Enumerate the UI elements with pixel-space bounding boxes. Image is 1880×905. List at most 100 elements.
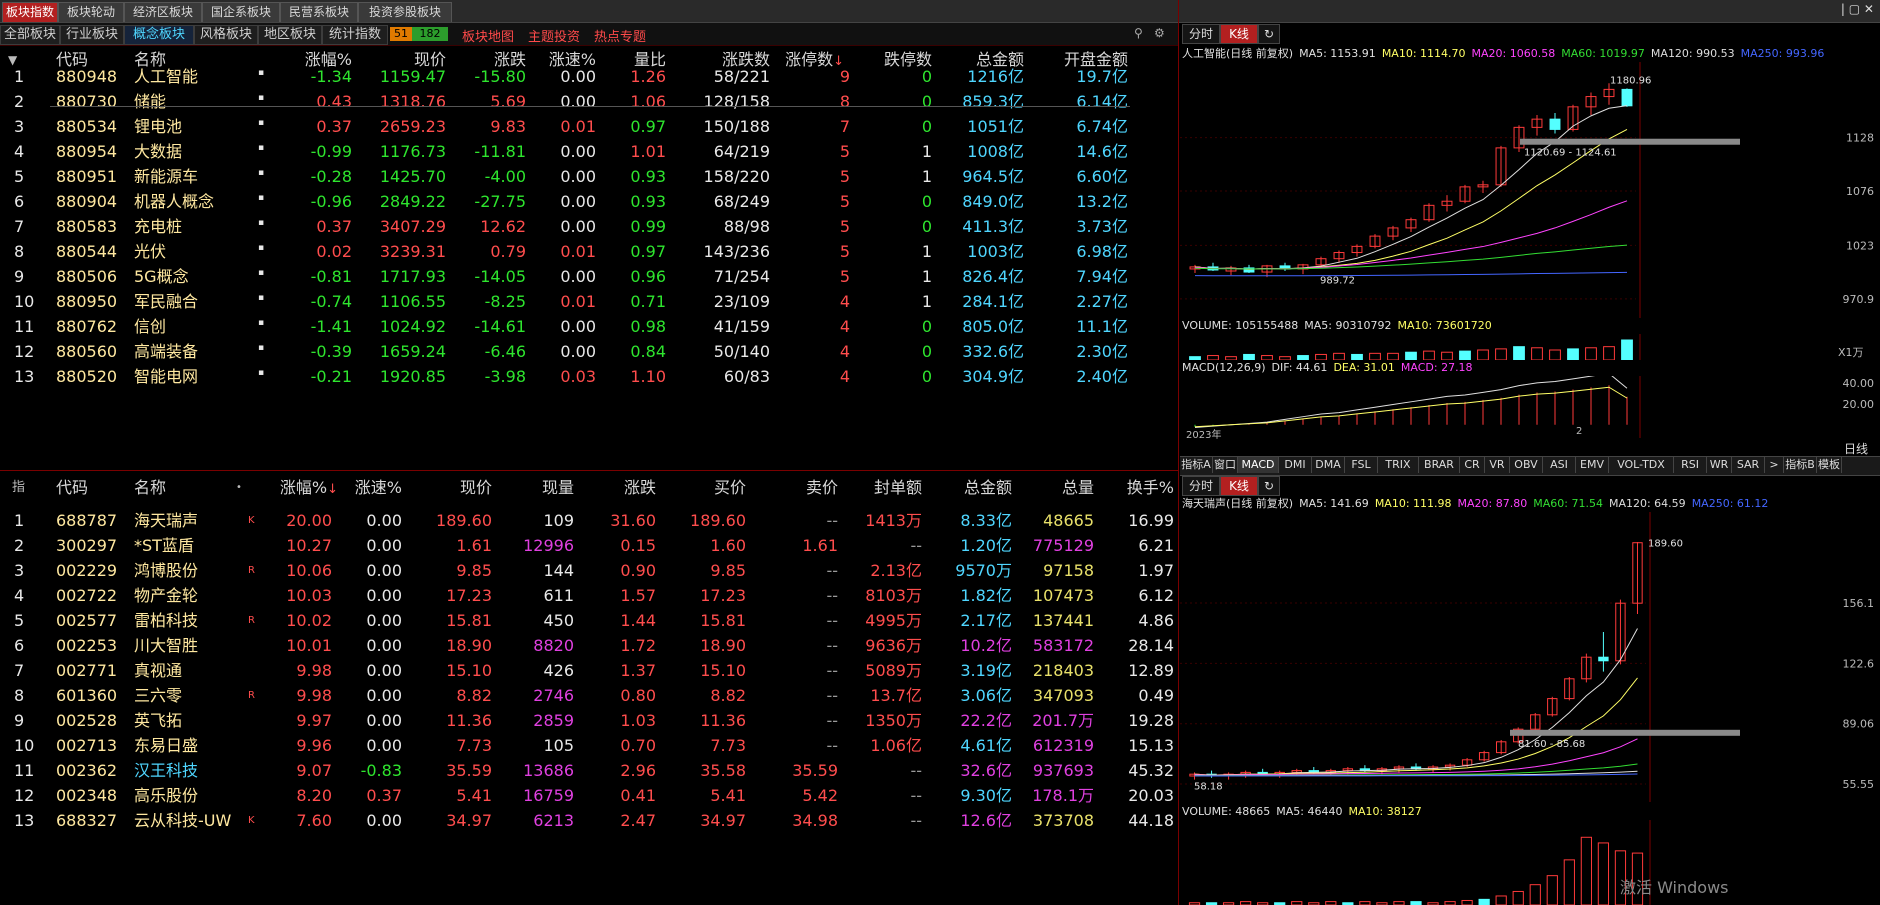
tab-kline[interactable]: K线: [1220, 476, 1258, 496]
stock-row[interactable]: 6 002253 川大智胜 10.01 0.00 18.90 8820 1.72 18.90 --…: [0, 633, 1178, 658]
sector-price: 1920.85: [379, 367, 446, 386]
volume-legend-bottom: VOLUME: 48665 MA5: 46440 MA10: 38127: [1182, 804, 1428, 820]
link-sector-map[interactable]: 板块地图: [462, 26, 514, 45]
indicator-tab[interactable]: FSL: [1345, 457, 1378, 473]
sector-row[interactable]: 2 880730 储能 0.43 1318.76 5.69 0.00 1.06 128/158 8…: [0, 89, 1178, 114]
indicator-tab[interactable]: RSI: [1674, 457, 1707, 473]
indicator-tab[interactable]: >: [1765, 457, 1784, 473]
sector-row[interactable]: 5 880951 新能源车 -0.28 1425.70 -4.00 0.00 0.93 158/…: [0, 164, 1178, 189]
stock-row[interactable]: 5 002577 雷柏科技 R 10.02 0.00 15.81 450 1.44 15.81 --…: [0, 608, 1178, 633]
col-stock-name[interactable]: 名称: [134, 476, 166, 500]
tab-investment[interactable]: 投资参股板块: [358, 2, 452, 22]
stock-row[interactable]: 11 002362 汉王科技 9.07 -0.83 35.59 13686 2.96 35.58…: [0, 758, 1178, 783]
indicator-tab[interactable]: VR: [1485, 457, 1510, 473]
stock-row[interactable]: 12 002348 高乐股份 8.20 0.37 5.41 16759 0.41 5.41 5.4…: [0, 783, 1178, 808]
indicator-tab[interactable]: TRIX: [1378, 457, 1419, 473]
indicator-tab[interactable]: BRAR: [1419, 457, 1460, 473]
refresh-icon[interactable]: ↻: [1258, 24, 1280, 44]
sector-row[interactable]: 1 880948 人工智能 -1.34 1159.47 -15.80 0.00 1.26 58/…: [0, 64, 1178, 89]
settings-icon[interactable]: ⚙: [1154, 26, 1165, 40]
refresh-icon[interactable]: ↻: [1258, 476, 1280, 496]
sector-code: 880583: [56, 217, 118, 236]
col-stock-ask[interactable]: 卖价: [792, 476, 838, 500]
subtab-industry[interactable]: 行业板块: [60, 25, 124, 45]
stock-change: 0.90: [620, 561, 656, 580]
sector-kline-chart[interactable]: 1128 1076 1023 970.9 1180.96 1120.69 - 1124.6…: [1180, 62, 1880, 318]
indicator-tab[interactable]: 指标B: [1784, 457, 1817, 473]
sector-vol-ratio: 0.97: [630, 242, 666, 261]
stock-row[interactable]: 13 688327 云从科技-UW K 7.60 0.00 34.97 6213 2.47 34.…: [0, 808, 1178, 833]
sector-row[interactable]: 12 880560 高端装备 -0.39 1659.24 -6.46 0.00 0.84 50/…: [0, 339, 1178, 364]
sector-row[interactable]: 13 880520 智能电网 -0.21 1920.85 -3.98 0.03 1.10 60/…: [0, 364, 1178, 389]
sector-row[interactable]: 6 880904 机器人概念 -0.96 2849.22 -27.75 0.00 0.93 68…: [0, 189, 1178, 214]
indicator-tab[interactable]: SAR: [1732, 457, 1765, 473]
tab-sector-rotation[interactable]: 板块轮动: [58, 2, 124, 22]
tab-intraday[interactable]: 分时: [1182, 24, 1220, 44]
indicator-tab[interactable]: CR: [1460, 457, 1485, 473]
subtab-style[interactable]: 风格板块: [194, 25, 258, 45]
col-stock-price[interactable]: 现价: [446, 476, 492, 500]
macd-chart[interactable]: 40.00 20.00: [1180, 376, 1880, 438]
tab-state-owned[interactable]: 国企系板块: [202, 2, 280, 22]
tab-kline[interactable]: K线: [1220, 24, 1258, 44]
indicator-tab[interactable]: WR: [1707, 457, 1732, 473]
indicator-tab[interactable]: 指标A: [1180, 457, 1213, 473]
link-hot-topic[interactable]: 热点专题: [594, 26, 646, 45]
col-stock-code[interactable]: 代码: [56, 476, 88, 500]
window-controls[interactable]: | ▢ ✕: [1841, 2, 1874, 16]
col-stock-pct[interactable]: 涨幅%↓: [268, 476, 338, 502]
sector-open-amount: 13.2亿: [1076, 192, 1128, 211]
subtab-stat-index[interactable]: 统计指数: [322, 25, 388, 45]
indicator-tab[interactable]: MACD: [1238, 457, 1279, 473]
sector-row[interactable]: 3 880534 锂电池 0.37 2659.23 9.83 0.01 0.97 150/188…: [0, 114, 1178, 139]
col-stock-change[interactable]: 涨跌: [612, 476, 656, 500]
col-stock-bid[interactable]: 买价: [700, 476, 746, 500]
stock-row[interactable]: 1 688787 海天瑞声 K 20.00 0.00 189.60 109 31.60 189.6…: [0, 508, 1178, 533]
stock-speed: 0.00: [366, 511, 402, 530]
tab-private[interactable]: 民营系板块: [280, 2, 358, 22]
col-stock-seal[interactable]: 封单额: [862, 476, 922, 500]
stock-row[interactable]: 8 601360 三六零 R 9.98 0.00 8.82 2746 0.80 8.82 -- 13.…: [0, 683, 1178, 708]
indicator-tab[interactable]: 模板: [1817, 457, 1842, 473]
tab-intraday[interactable]: 分时: [1182, 476, 1220, 496]
indicator-tab[interactable]: DMA: [1312, 457, 1345, 473]
indicator-tab[interactable]: OBV: [1510, 457, 1543, 473]
stock-row[interactable]: 9 002528 英飞拓 9.97 0.00 11.36 2859 1.03 11.36 -- 13…: [0, 708, 1178, 733]
indicator-tab[interactable]: DMI: [1279, 457, 1312, 473]
sector-row[interactable]: 11 880762 信创 -1.41 1024.92 -14.61 0.00 0.98 41/1…: [0, 314, 1178, 339]
indicator-tab[interactable]: ASI: [1543, 457, 1576, 473]
stock-row[interactable]: 10 002713 东易日盛 9.96 0.00 7.73 105 0.70 7.73 -- 1.0…: [0, 733, 1178, 758]
stock-row[interactable]: 3 002229 鸿博股份 R 10.06 0.00 9.85 144 0.90 9.85 -- 2.…: [0, 558, 1178, 583]
search-icon[interactable]: ⚲: [1134, 26, 1143, 40]
indicator-tab[interactable]: EMV: [1576, 457, 1609, 473]
row-marker-icon: ▪: [258, 118, 265, 128]
macd-legend: MACD(12,26,9) DIF: 44.61 DEA: 31.01 MACD: 2…: [1182, 360, 1479, 376]
period-daily-label[interactable]: 日线: [1844, 440, 1868, 457]
indicator-tab[interactable]: 窗口: [1213, 457, 1238, 473]
stock-volume-chart[interactable]: 600004000020000: [1180, 820, 1880, 905]
stock-kline-chart[interactable]: 156.1 122.6 89.06 55.55 189.60 81.60 - 85.68 5…: [1180, 512, 1880, 802]
col-stock-turnover[interactable]: 换手%: [1122, 476, 1174, 500]
stock-row[interactable]: 2 300297 *ST蓝盾 10.27 0.00 1.61 12996 0.15 1.60 1.…: [0, 533, 1178, 558]
indicator-tab[interactable]: VOL-TDX: [1609, 457, 1674, 473]
sector-row[interactable]: 9 880506 5G概念 -0.81 1717.93 -14.05 0.00 0.96 71/…: [0, 264, 1178, 289]
tab-economic-zone[interactable]: 经济区板块: [124, 2, 202, 22]
col-stock-speed[interactable]: 涨速%: [346, 476, 402, 500]
link-theme-invest[interactable]: 主题投资: [528, 26, 580, 45]
col-stock-volnow[interactable]: 现量: [530, 476, 574, 500]
sector-change: -14.61: [474, 317, 526, 336]
col-stock-amount[interactable]: 总金额: [938, 476, 1012, 500]
tab-sector-index[interactable]: 板块指数: [2, 2, 58, 22]
subtab-region[interactable]: 地区板块: [258, 25, 322, 45]
sector-volume-chart[interactable]: [1180, 334, 1880, 360]
subtab-concept[interactable]: 概念板块: [124, 25, 194, 45]
stock-change: 0.70: [620, 736, 656, 755]
subtab-all[interactable]: 全部板块: [0, 25, 60, 45]
sector-row[interactable]: 7 880583 充电桩 0.37 3407.29 12.62 0.00 0.99 88/98 5…: [0, 214, 1178, 239]
sector-row[interactable]: 10 880950 军民融合 -0.74 1106.55 -8.25 0.01 0.71 23/…: [0, 289, 1178, 314]
stock-row[interactable]: 4 002722 物产金轮 10.03 0.00 17.23 611 1.57 17.23 -- 8…: [0, 583, 1178, 608]
sector-row[interactable]: 4 880954 大数据 -0.99 1176.73 -11.81 0.00 1.01 64/2…: [0, 139, 1178, 164]
sector-row[interactable]: 8 880544 光伏 0.02 3239.31 0.79 0.01 0.97 143/236 5…: [0, 239, 1178, 264]
col-stock-volume[interactable]: 总量: [1040, 476, 1094, 500]
stock-row[interactable]: 7 002771 真视通 9.98 0.00 15.10 426 1.37 15.10 -- 508…: [0, 658, 1178, 683]
